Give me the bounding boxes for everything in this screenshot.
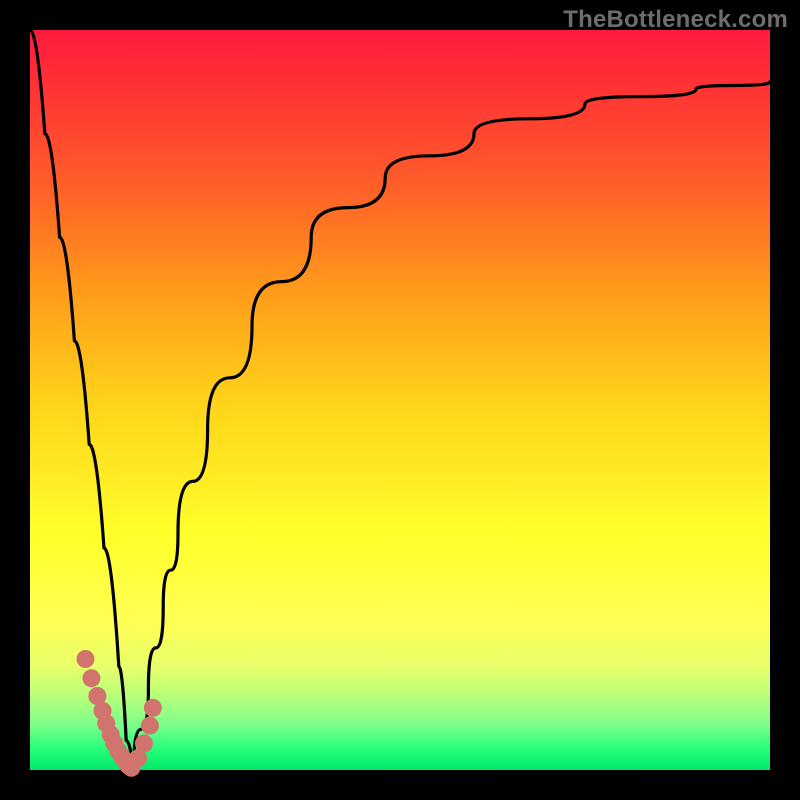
highlight-point (77, 650, 95, 668)
highlight-point (135, 734, 153, 752)
plot-area (30, 30, 770, 770)
chart-frame: TheBottleneck.com (0, 0, 800, 800)
chart-svg (30, 30, 770, 770)
highlight-point (144, 699, 162, 717)
bottleneck-curve (30, 30, 770, 770)
highlight-point (141, 717, 159, 735)
highlight-point (82, 669, 100, 687)
